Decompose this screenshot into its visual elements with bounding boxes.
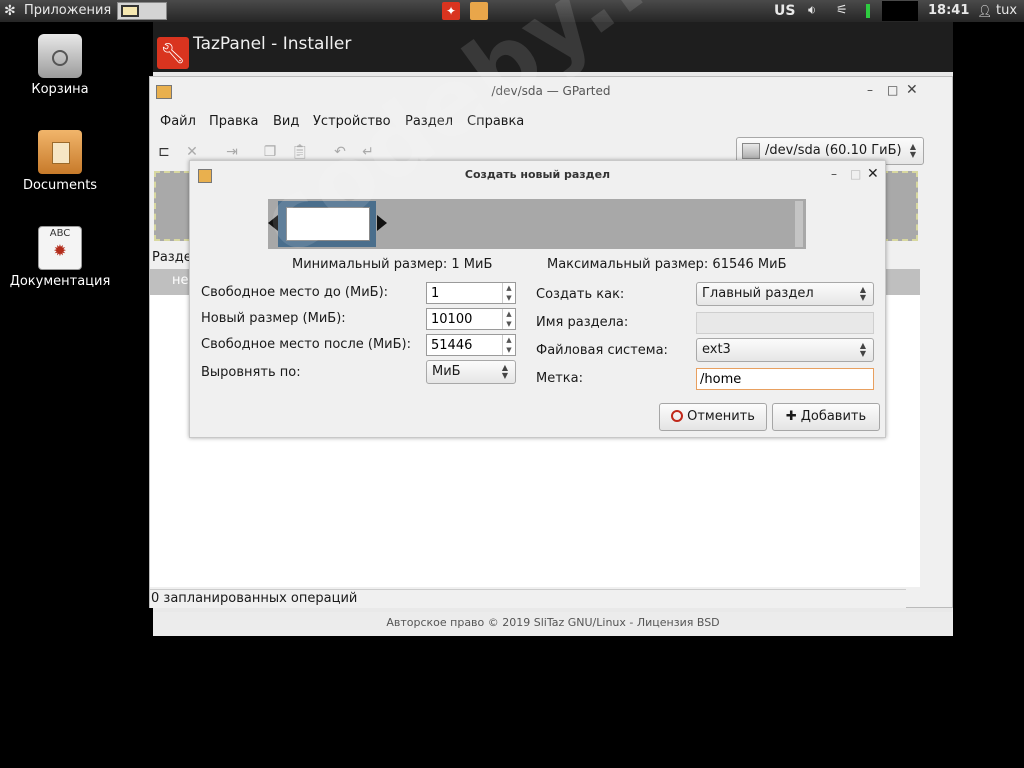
- chevron-updown-icon: ▲ ▼: [859, 285, 867, 302]
- spin-arrows-icon[interactable]: ▲ ▼: [502, 335, 515, 355]
- free-before-input[interactable]: [427, 283, 509, 303]
- chevron-updown-icon: ▲ ▼: [859, 341, 867, 358]
- filesystem-combo[interactable]: ext3 ▲ ▼: [696, 338, 874, 362]
- gparted-title: /dev/sda — GParted: [491, 84, 611, 98]
- partition-size-bar[interactable]: [268, 199, 806, 249]
- desktop-icon-label: Documents: [22, 178, 98, 193]
- free-before-label: Свободное место до (МиБ):: [201, 285, 389, 300]
- filesystem-value: ext3: [702, 342, 731, 357]
- trash-icon: [38, 34, 82, 78]
- disk-icon: [742, 143, 760, 159]
- user-name[interactable]: tux: [996, 0, 1017, 22]
- menubar: Файл Правка Вид Устройство Раздел Справк…: [150, 111, 952, 133]
- new-partition-icon[interactable]: ⊏: [154, 141, 174, 163]
- apps-menu-button[interactable]: Приложения: [24, 0, 111, 22]
- desktop-icon-documents[interactable]: Documents: [5, 130, 115, 193]
- status-bar: 0 запланированных операций: [150, 589, 906, 608]
- free-before-spin: ▲▼: [426, 282, 516, 304]
- tazpanel-launcher-icon[interactable]: ✦: [442, 2, 460, 20]
- create-as-label: Создать как:: [536, 287, 625, 302]
- spin-arrows-icon[interactable]: ▲ ▼: [502, 283, 515, 303]
- folder-icon: [38, 130, 82, 174]
- new-size-input[interactable]: [427, 309, 509, 329]
- battery-indicator: [866, 4, 870, 18]
- tag-label: Метка:: [536, 371, 583, 386]
- menu-view[interactable]: Вид: [273, 111, 299, 133]
- partition-list-partial-header: Разде: [152, 250, 192, 265]
- status-text: 0 запланированных операций: [151, 591, 358, 606]
- tag-input[interactable]: [696, 368, 874, 390]
- partition-name-input[interactable]: [696, 312, 874, 334]
- spin-arrows-icon[interactable]: ▲ ▼: [502, 309, 515, 329]
- cancel-icon: [671, 410, 684, 422]
- partition-list-row-text: не: [172, 273, 189, 288]
- network-icon[interactable]: ⚟: [836, 0, 848, 22]
- free-after-input[interactable]: [427, 335, 509, 355]
- desktop-icon-label: Документация: [9, 274, 111, 289]
- taskbar-window-button[interactable]: [117, 2, 167, 20]
- dialog-minimize-button[interactable]: –: [831, 167, 837, 181]
- dialog-maximize-button[interactable]: □: [850, 167, 861, 181]
- apps-menu-icon[interactable]: ✻: [4, 0, 20, 22]
- maximize-button[interactable]: □: [887, 83, 898, 97]
- installer-launcher-icon[interactable]: [470, 2, 488, 20]
- chevron-updown-icon: ▲ ▼: [909, 142, 917, 159]
- documentation-icon: ABC ✹: [38, 226, 82, 270]
- add-icon: ✚: [785, 409, 797, 424]
- cancel-button[interactable]: Отменить: [659, 403, 767, 431]
- volume-icon[interactable]: 🔉︎: [808, 0, 816, 22]
- add-button[interactable]: ✚ Добавить: [772, 403, 880, 431]
- align-combo[interactable]: МиБ ▲ ▼: [426, 360, 516, 384]
- menu-help[interactable]: Справка: [467, 111, 524, 133]
- align-label: Выровнять по:: [201, 365, 301, 380]
- create-partition-dialog: Создать новый раздел – □ ✕ Минимальный р…: [189, 160, 886, 438]
- dialog-title: Создать новый раздел: [464, 168, 611, 181]
- menu-device[interactable]: Устройство: [313, 111, 391, 133]
- desktop-icon-label: Корзина: [31, 82, 89, 97]
- close-button[interactable]: ✕: [906, 82, 918, 98]
- partition-new-block[interactable]: [278, 201, 376, 247]
- system-tray-slot: [882, 1, 918, 21]
- resize-handle-right-icon[interactable]: [377, 215, 387, 231]
- partition-free-marker: [795, 201, 803, 247]
- user-icon: 👤︎: [977, 4, 993, 18]
- menu-edit[interactable]: Правка: [209, 111, 258, 133]
- tazpanel-header: 🔧︎ TazPanel - Installer: [153, 22, 953, 72]
- free-after-label: Свободное место после (МиБ):: [201, 337, 411, 352]
- free-after-spin: ▲▼: [426, 334, 516, 356]
- min-size-label: Минимальный размер: 1 МиБ: [292, 257, 493, 272]
- max-size-label: Максимальный размер: 61546 МиБ: [547, 257, 787, 272]
- keyboard-layout[interactable]: US: [774, 0, 795, 22]
- partition-name-label: Имя раздела:: [536, 315, 629, 330]
- resize-handle-left-icon[interactable]: [268, 215, 278, 231]
- tazpanel-footer: Авторское право © 2019 SliTaz GNU/Linux …: [153, 612, 953, 636]
- top-panel: ✻ Приложения ✦ US 🔉︎ ⚟ 18:41 👤︎ tux: [0, 0, 1024, 22]
- create-as-combo[interactable]: Главный раздел ▲ ▼: [696, 282, 874, 306]
- clock[interactable]: 18:41: [928, 0, 969, 22]
- filesystem-label: Файловая система:: [536, 343, 668, 358]
- minimize-button[interactable]: –: [867, 83, 873, 97]
- dialog-close-button[interactable]: ✕: [867, 166, 879, 182]
- new-size-label: Новый размер (МиБ):: [201, 311, 346, 326]
- align-value: МиБ: [432, 364, 461, 379]
- cancel-label: Отменить: [687, 409, 755, 424]
- device-selector-label: /dev/sda (60.10 ГиБ): [765, 143, 902, 158]
- chevron-updown-icon: ▲ ▼: [501, 363, 509, 380]
- tazpanel-title: TazPanel - Installer: [193, 34, 352, 54]
- tazpanel-logo-icon: 🔧︎: [157, 37, 189, 69]
- new-size-spin: ▲▼: [426, 308, 516, 330]
- add-label: Добавить: [800, 409, 867, 424]
- desktop-icon-trash[interactable]: Корзина: [5, 34, 115, 97]
- create-as-value: Главный раздел: [702, 286, 814, 301]
- window-icon: [121, 5, 139, 17]
- desktop-icon-documentation[interactable]: ABC ✹ Документация: [5, 226, 115, 289]
- menu-partition[interactable]: Раздел: [405, 111, 453, 133]
- menu-file[interactable]: Файл: [160, 111, 196, 133]
